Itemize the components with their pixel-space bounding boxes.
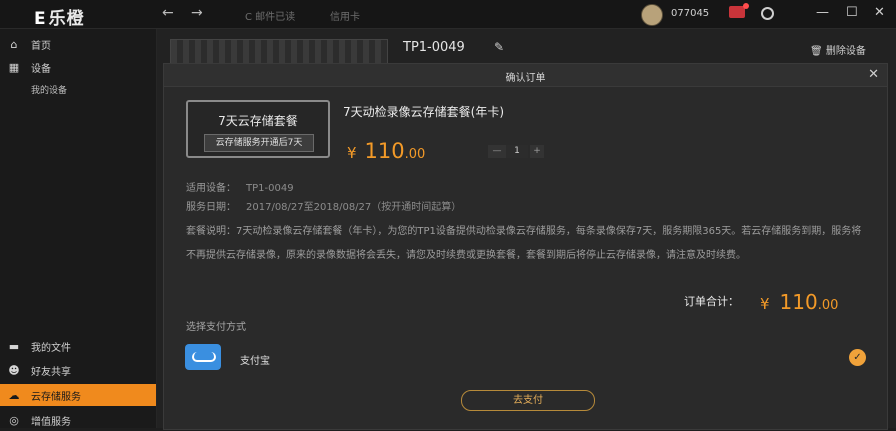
pay-button[interactable]: 去支付 (461, 390, 595, 411)
cloud-icon: ☁ (8, 388, 20, 402)
topbar-link-2[interactable]: 信用卡 (330, 8, 360, 23)
friends-icon: ☻ (8, 363, 20, 377)
package-description: 套餐说明：7天动检录像云存储套餐（年卡），为您的TP1设备提供动检录像云存储服务… (186, 226, 862, 261)
topbar-link-1[interactable]: C 邮件已读 (245, 8, 295, 23)
dialog-title: 确认订单 (505, 73, 546, 84)
sidebar-item-label: 增值服务 (31, 416, 71, 428)
quantity-minus-button[interactable]: — (488, 145, 506, 158)
quantity-value[interactable]: 1 (506, 145, 528, 158)
sidebar-item-label: 设备 (31, 63, 51, 75)
dialog-header: 确认订单 ✕ (164, 64, 887, 87)
sidebar-item-label: 我的设备 (31, 85, 68, 96)
close-window-icon[interactable]: ✕ (874, 5, 885, 20)
avatar[interactable] (641, 4, 663, 26)
applicable-device: 适用设备： TP1-0049 (186, 183, 294, 194)
close-icon[interactable]: ✕ (868, 67, 879, 82)
unit-price: ¥110.00 (347, 139, 426, 163)
sidebar-item-label: 我的文件 (31, 342, 71, 354)
sidebar-item-home[interactable]: ⌂ 首页 (0, 33, 156, 55)
maximize-icon[interactable]: ☐ (846, 5, 858, 20)
back-icon[interactable]: ← (162, 5, 174, 21)
folder-icon: ▬ (8, 339, 20, 353)
package-card: 7天云存储套餐 云存储服务开通后7天 (186, 100, 330, 158)
app-logo: E 乐橙 (34, 9, 85, 29)
service-icon: ◎ (9, 413, 19, 427)
alipay-icon[interactable] (185, 344, 221, 370)
sidebar-item-label: 首页 (31, 40, 51, 52)
sidebar-item-friends[interactable]: ☻ 好友共享 (0, 359, 156, 381)
sidebar-item-devices[interactable]: ▦ 设备 (0, 56, 156, 78)
message-icon[interactable] (729, 3, 749, 18)
edit-icon[interactable]: ✎ (494, 40, 504, 54)
sidebar-item-files[interactable]: ▬ 我的文件 (0, 335, 156, 357)
sidebar-item-label: 云存储服务 (31, 391, 81, 403)
order-total-label: 订单合计： (684, 295, 739, 308)
user-id[interactable]: 077045 (671, 8, 709, 19)
forward-icon[interactable]: → (191, 5, 203, 21)
device-id: TP1-0049 (403, 40, 465, 55)
sidebar-item-cloud[interactable]: ☁ 云存储服务 (0, 384, 156, 406)
trash-icon: 🗑 (810, 46, 823, 57)
selected-check-icon[interactable]: ✓ (849, 349, 866, 366)
minimize-icon[interactable]: — (816, 5, 829, 20)
quantity-stepper: — 1 + (488, 145, 544, 158)
product-name: 7天动检录像云存储套餐(年卡) (343, 105, 504, 119)
package-card-subtitle: 云存储服务开通后7天 (204, 134, 314, 152)
record-icon[interactable] (761, 7, 774, 20)
payment-method-name[interactable]: 支付宝 (240, 352, 270, 367)
sidebar-item-label: 好友共享 (31, 366, 71, 378)
package-card-title: 7天云存储套餐 (218, 114, 298, 128)
sidebar: ⌂ 首页 ▦ 设备 我的设备 ▬ 我的文件 ☻ 好友共享 ☁ 云存储服务 ◎ 增… (0, 29, 157, 428)
home-icon: ⌂ (10, 37, 18, 51)
service-dates: 服务日期： 2017/08/27至2018/08/27（按开通时间起算） (186, 202, 462, 213)
device-icon: ▦ (8, 60, 20, 74)
payment-method-label: 选择支付方式 (186, 322, 246, 333)
delete-device-label: 删除设备 (825, 46, 866, 57)
title-bar: E 乐橙 ← → C 邮件已读 信用卡 077045 — ☐ ✕ (0, 0, 896, 29)
quantity-plus-button[interactable]: + (530, 145, 544, 158)
delete-device-button[interactable]: 🗑 删除设备 (810, 42, 866, 57)
order-total-amount: ¥110.00 (760, 290, 839, 314)
